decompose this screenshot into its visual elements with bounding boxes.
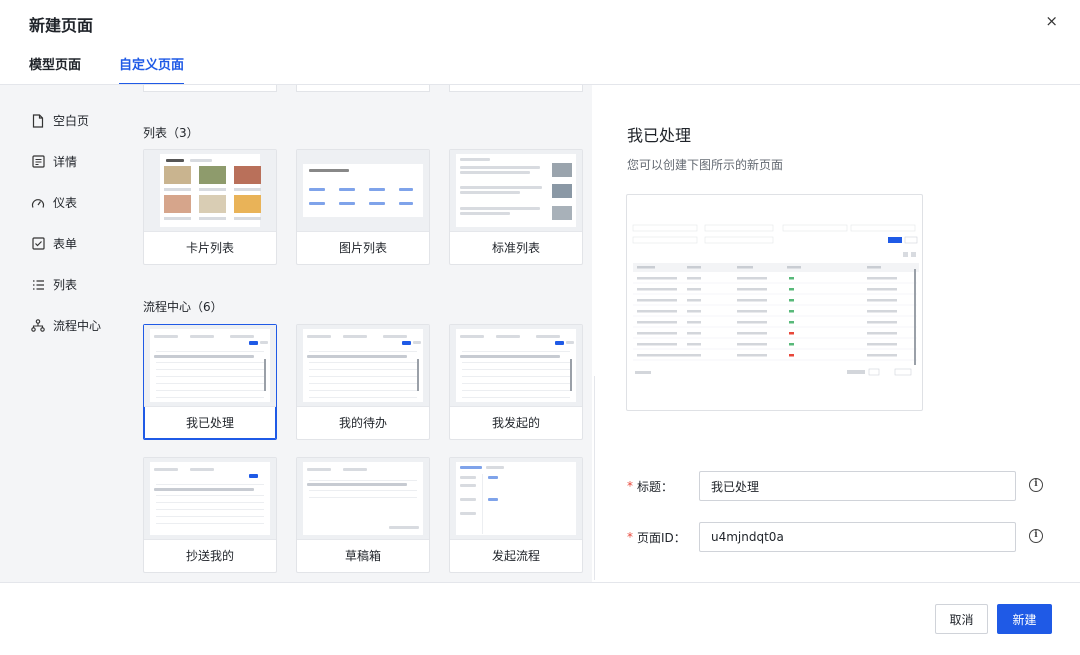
sidebar-item-flow-center[interactable]: 流程中心: [0, 305, 130, 346]
card-label: 我已处理: [185, 416, 234, 430]
standard-list-thumbnail: [450, 150, 582, 232]
preview-image: [626, 194, 923, 411]
sidebar-item-label: 空白页: [53, 114, 90, 128]
flow-icon: [31, 319, 45, 333]
previous-card-edge: [143, 85, 277, 92]
my-todo-thumbnail: [297, 325, 429, 407]
required-mark: *: [627, 479, 633, 493]
sidebar-item-label: 仪表: [53, 196, 78, 210]
card-label: 卡片列表: [185, 241, 234, 255]
previous-card-edge: [449, 85, 583, 92]
template-card-start-flow[interactable]: 发起流程: [449, 457, 583, 573]
page-id-input[interactable]: [699, 522, 1016, 552]
drafts-thumbnail: [297, 458, 429, 540]
card-label: 标准列表: [491, 241, 540, 255]
title-field-row: * 标题：: [627, 471, 1016, 501]
new-page-dialog: 新建页面 × 模型页面 自定义页面 空白页 详情 仪表 表单 列表 流程中心 列…: [0, 0, 1080, 655]
template-card-standard-list[interactable]: 标准列表: [449, 149, 583, 265]
sidebar-item-label: 表单: [53, 237, 78, 251]
sidebar-item-blank[interactable]: 空白页: [0, 100, 130, 141]
template-card-card-list[interactable]: 卡片列表: [143, 149, 277, 265]
template-card-image-list[interactable]: 图片列表: [296, 149, 430, 265]
template-card-my-processed[interactable]: 我已处理: [143, 324, 277, 440]
preview-title: 我已处理: [627, 126, 692, 145]
sidebar-item-list[interactable]: 列表: [0, 264, 130, 305]
close-icon[interactable]: ×: [1045, 12, 1058, 30]
sidebar-item-form[interactable]: 表单: [0, 223, 130, 264]
card-label: 我的待办: [338, 416, 387, 430]
image-list-thumbnail: [297, 150, 429, 232]
gauge-icon: [31, 196, 45, 210]
required-mark: *: [627, 530, 633, 544]
checkbox-icon: [31, 237, 45, 251]
preview-subtitle: 您可以创建下图所示的新页面: [627, 158, 784, 172]
template-gallery: 列表（3） 卡片列表 图片列表 标准列表 流程中心（6） 我已处理 我的待办 我…: [143, 85, 583, 582]
section-title-flow-center: 流程中心（6）: [143, 300, 223, 314]
section-title-list: 列表（3）: [143, 126, 199, 140]
previous-card-edge: [296, 85, 430, 92]
tab-custom-page[interactable]: 自定义页面: [119, 54, 185, 85]
create-button[interactable]: 新建: [997, 604, 1052, 634]
card-label: 发起流程: [491, 549, 540, 563]
scrollbar-track[interactable]: [594, 376, 595, 580]
my-initiated-thumbnail: [450, 325, 582, 407]
info-icon[interactable]: i: [1029, 478, 1043, 492]
footer-divider: [0, 582, 1080, 583]
template-browser: 空白页 详情 仪表 表单 列表 流程中心 列表（3） 卡片列表 图片列表 标准列…: [0, 85, 592, 582]
sidebar-item-label: 流程中心: [53, 319, 102, 333]
template-card-cc-to-me[interactable]: 抄送我的: [143, 457, 277, 573]
tab-model-page[interactable]: 模型页面: [29, 54, 81, 85]
sidebar-item-label: 详情: [53, 155, 78, 169]
page-id-label: 页面ID：: [637, 530, 686, 545]
list-icon: [31, 278, 45, 292]
cancel-button[interactable]: 取消: [935, 604, 988, 634]
sidebar-item-dashboard[interactable]: 仪表: [0, 182, 130, 223]
card-label: 抄送我的: [185, 549, 234, 563]
cc-to-me-thumbnail: [144, 458, 276, 540]
card-label: 图片列表: [338, 241, 387, 255]
sidebar-item-detail[interactable]: 详情: [0, 141, 130, 182]
detail-icon: [31, 155, 45, 169]
card-label: 草稿箱: [344, 549, 381, 563]
category-sidebar: 空白页 详情 仪表 表单 列表 流程中心: [0, 85, 130, 582]
my-processed-thumbnail: [144, 325, 276, 407]
title-input[interactable]: [699, 471, 1016, 501]
template-card-my-todo[interactable]: 我的待办: [296, 324, 430, 440]
dialog-title: 新建页面: [29, 16, 94, 35]
start-flow-thumbnail: [450, 458, 582, 540]
file-icon: [31, 113, 45, 128]
sidebar-item-label: 列表: [53, 278, 78, 292]
info-icon[interactable]: i: [1029, 529, 1043, 543]
page-id-field-row: * 页面ID：: [627, 522, 1016, 552]
card-label: 我发起的: [491, 416, 540, 430]
tab-bar: 模型页面 自定义页面: [29, 54, 222, 85]
title-label: 标题：: [637, 479, 674, 494]
card-list-thumbnail: [144, 150, 276, 232]
template-card-my-initiated[interactable]: 我发起的: [449, 324, 583, 440]
template-card-drafts[interactable]: 草稿箱: [296, 457, 430, 573]
